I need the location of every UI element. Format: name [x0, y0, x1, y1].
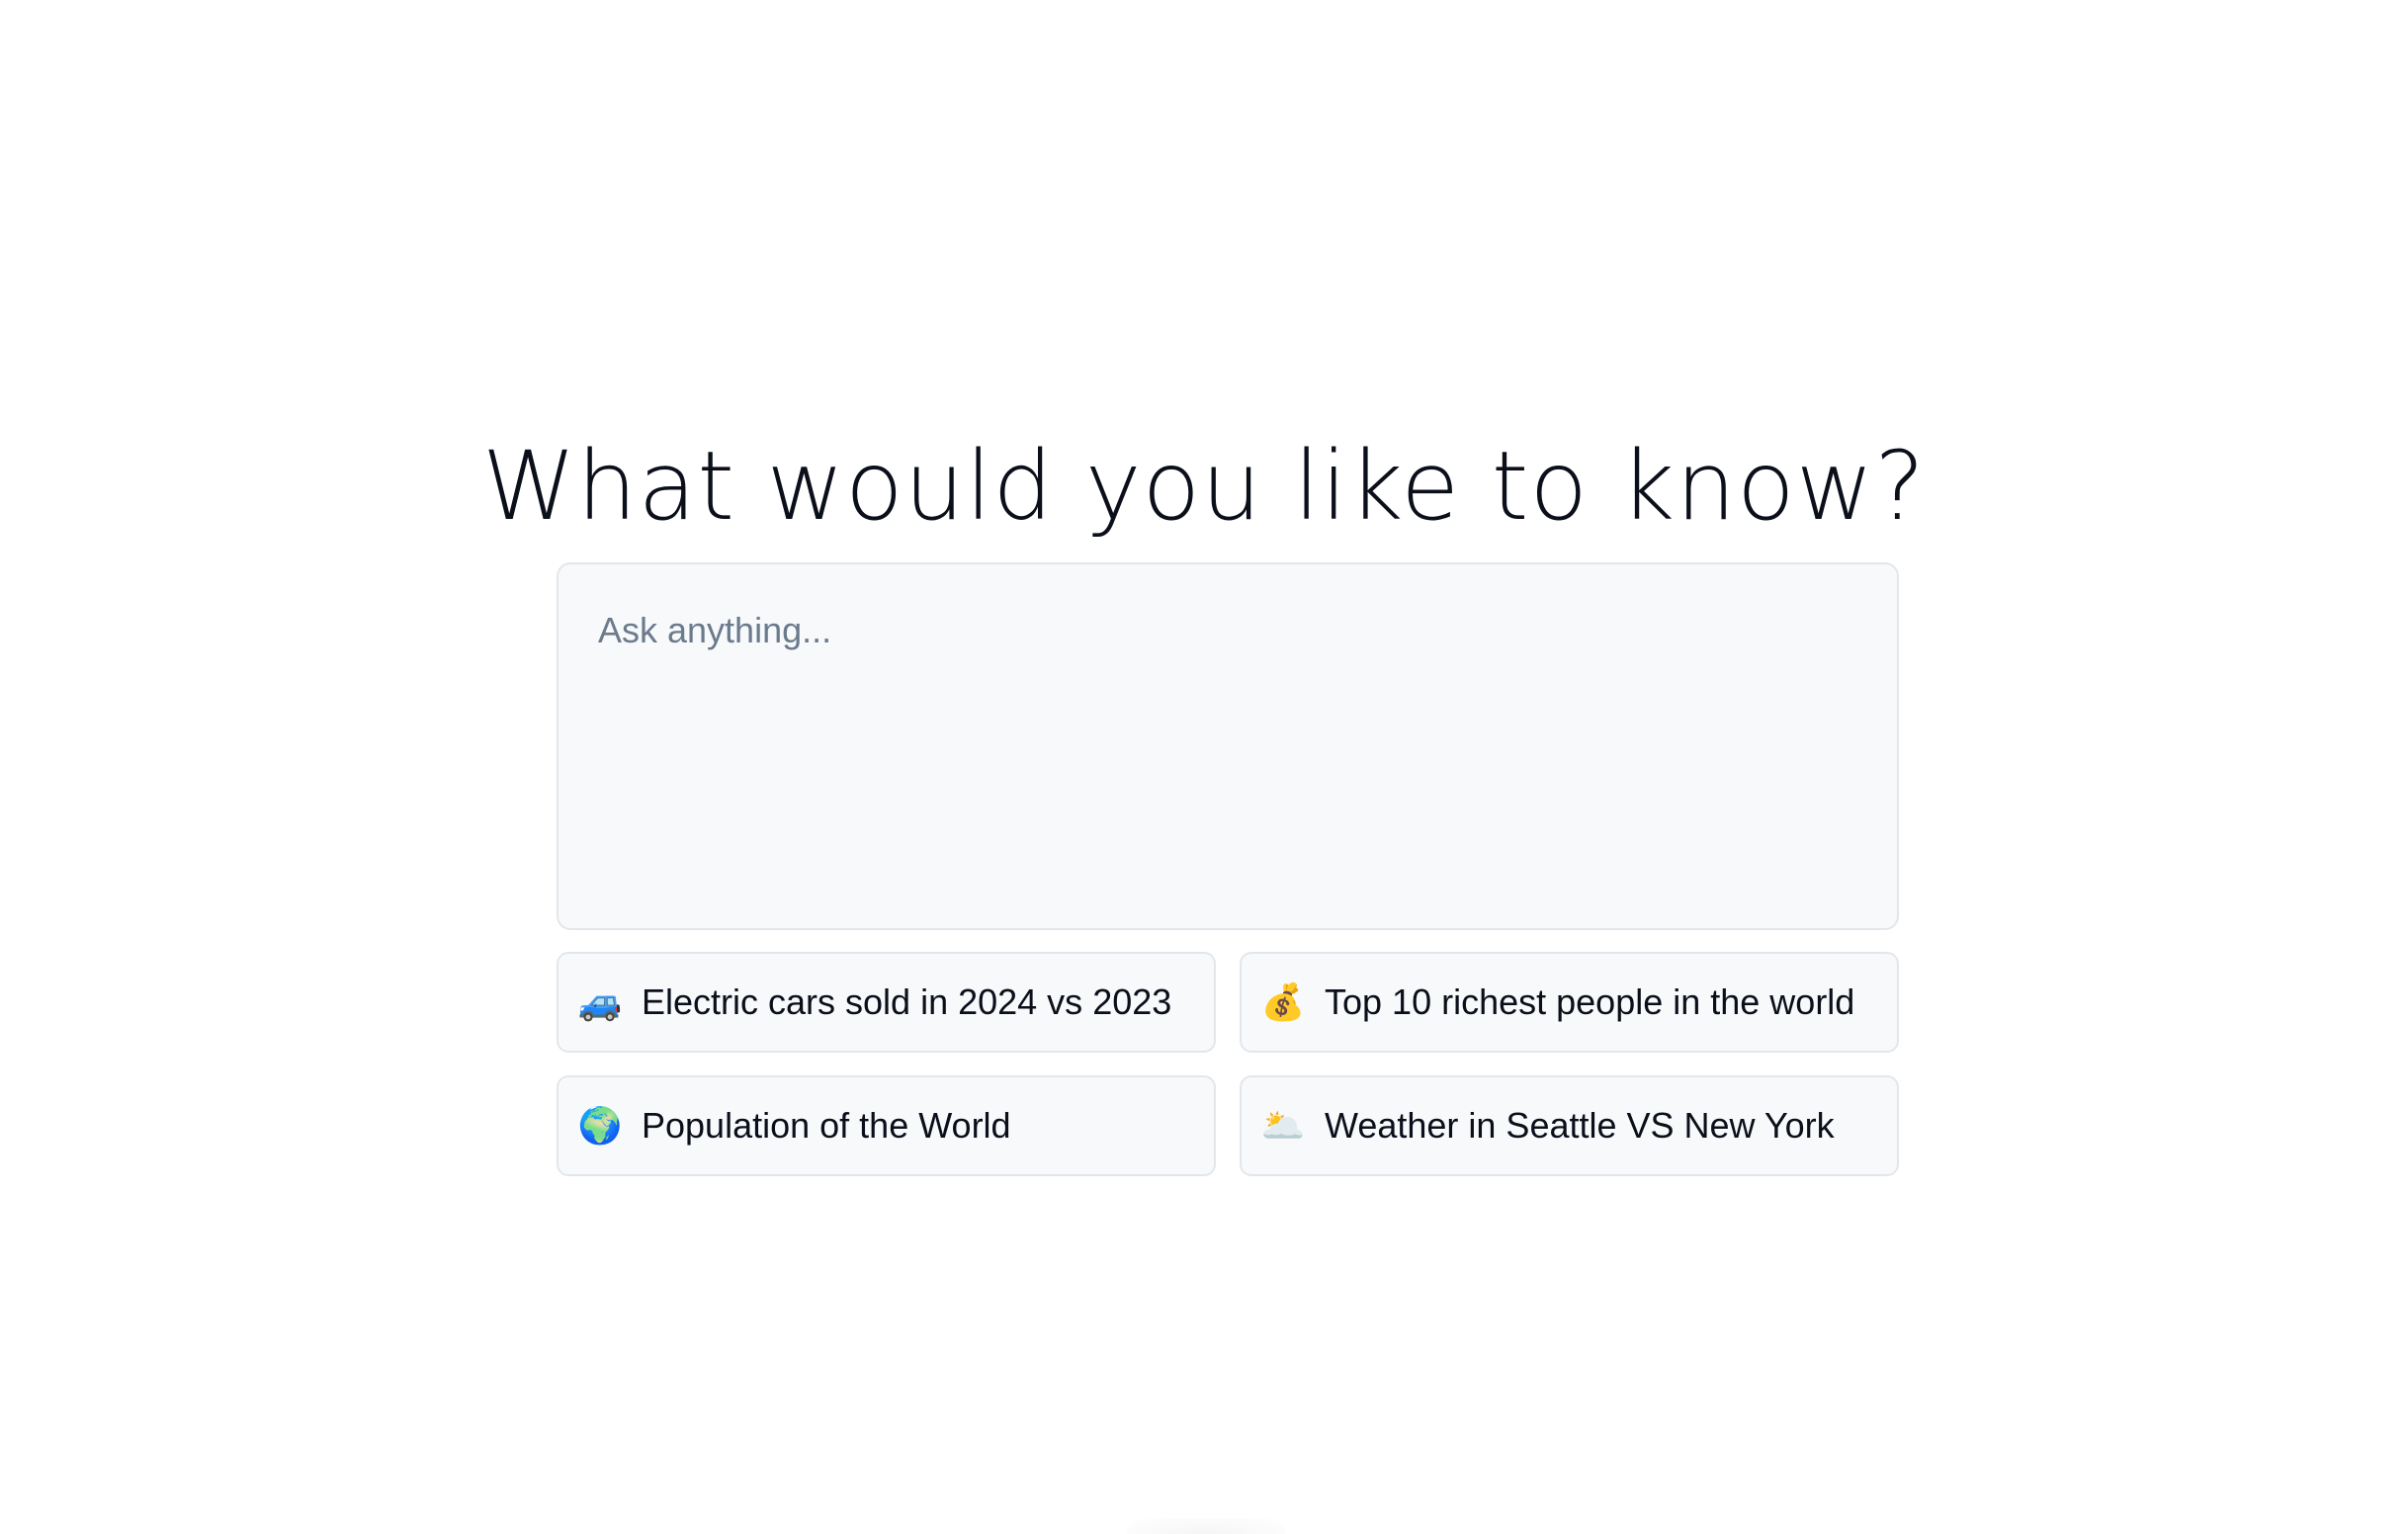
bottom-shadow — [1127, 1518, 1285, 1534]
suggestion-label: Population of the World — [642, 1105, 1011, 1146]
suggestion-weather-compare[interactable]: 🌥️ Weather in Seattle VS New York — [1240, 1075, 1899, 1176]
suggestion-world-population[interactable]: 🌍 Population of the World — [557, 1075, 1216, 1176]
ask-input-container[interactable] — [557, 562, 1899, 930]
suggestion-label: Electric cars sold in 2024 vs 2023 — [642, 981, 1172, 1022]
suggestion-richest-people[interactable]: 💰 Top 10 richest people in the world — [1240, 952, 1899, 1053]
car-icon: 🚙 — [577, 981, 623, 1022]
ask-input[interactable] — [559, 564, 1897, 928]
money-bag-icon: 💰 — [1260, 981, 1306, 1022]
suggestion-label: Top 10 richest people in the world — [1325, 981, 1855, 1022]
page-title: What would you like to know? — [481, 431, 1927, 543]
globe-icon: 🌍 — [577, 1105, 623, 1146]
sun-behind-cloud-icon: 🌥️ — [1260, 1105, 1306, 1146]
suggestion-label: Weather in Seattle VS New York — [1325, 1105, 1835, 1146]
suggestion-electric-cars[interactable]: 🚙 Electric cars sold in 2024 vs 2023 — [557, 952, 1216, 1053]
